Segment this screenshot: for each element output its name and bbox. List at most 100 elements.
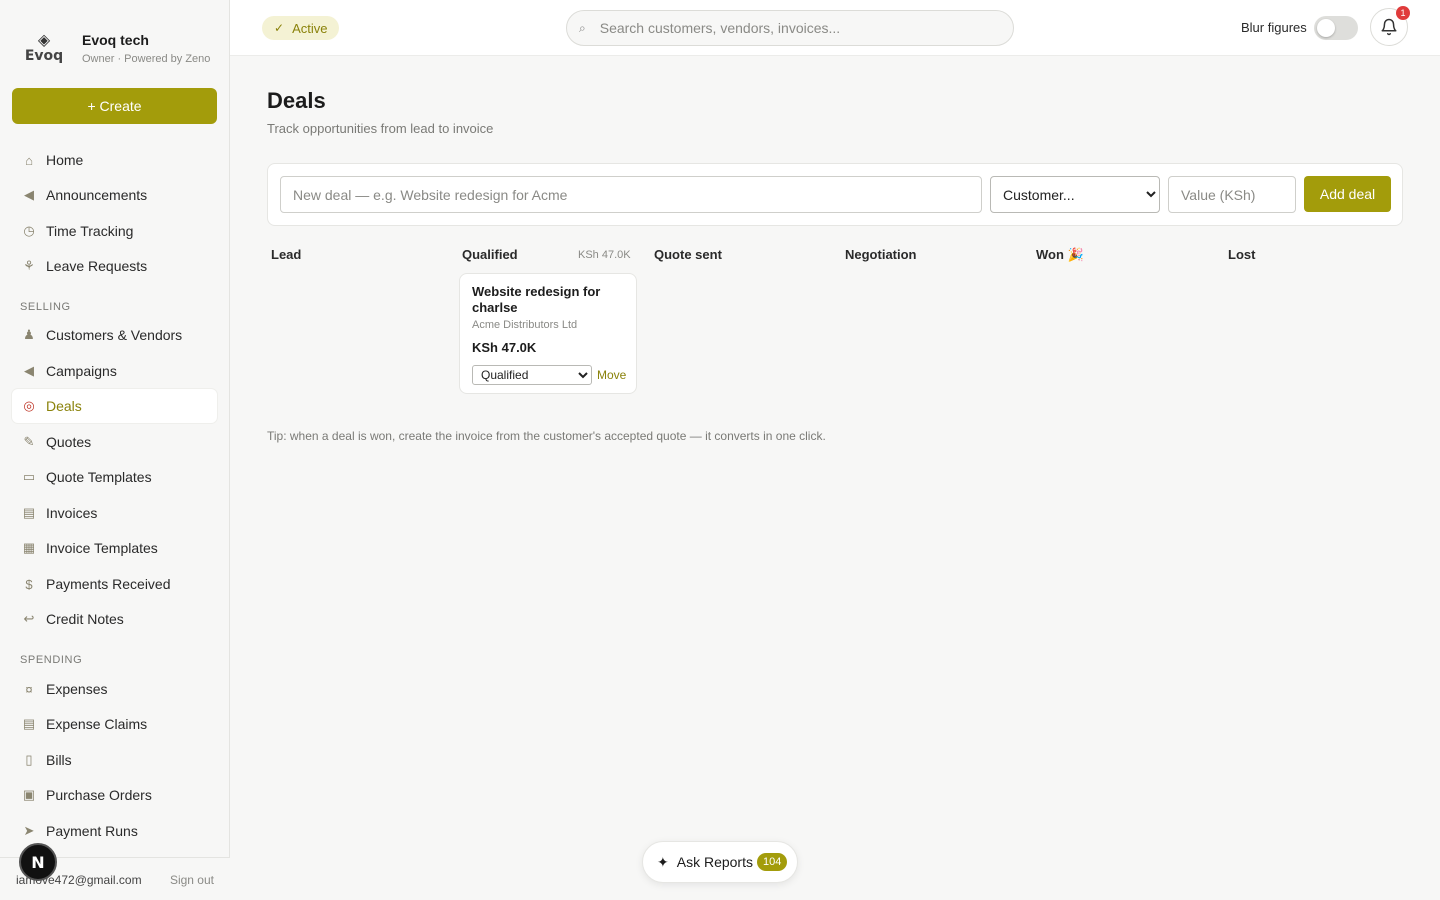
brand-logo-text: Evoq bbox=[24, 48, 64, 64]
deal-value: KSh 47.0K bbox=[472, 340, 537, 355]
sidebar-item-label: Purchase Orders bbox=[46, 787, 152, 803]
sidebar-item-invoice-templates[interactable]: ▦ Invoice Templates bbox=[12, 531, 217, 565]
sparkle-icon: ✦ bbox=[657, 853, 669, 870]
sidebar-item-label: Invoices bbox=[46, 505, 98, 521]
sidebar-item-label: Payment Runs bbox=[46, 823, 138, 839]
sign-out-link[interactable]: Sign out bbox=[170, 873, 214, 887]
column-header-negotiation: Negotiation bbox=[845, 247, 917, 262]
brand[interactable]: ◈ Evoq Evoq tech Owner · Powered by Zeno bbox=[22, 28, 211, 68]
sidebar-item-label: Leave Requests bbox=[46, 258, 148, 274]
sidebar-item-quotes[interactable]: ✎ Quotes bbox=[12, 425, 217, 459]
sidebar-item-label: Time Tracking bbox=[46, 223, 134, 239]
add-deal-button[interactable]: Add deal bbox=[1304, 176, 1391, 212]
brand-subtitle: Owner · Powered by Zeno bbox=[82, 52, 211, 65]
sidebar-item-label: Announcements bbox=[46, 187, 148, 203]
section-label-spending: SPENDING bbox=[20, 654, 83, 666]
sidebar-item-bills[interactable]: ▯ Bills bbox=[12, 743, 217, 777]
logo-mark-icon: ◈ bbox=[37, 32, 51, 49]
ask-reports-button[interactable]: ✦ Ask Reports 104 bbox=[642, 841, 798, 883]
column-total-qualified: KSh 47.0K bbox=[578, 249, 631, 261]
sidebar-item-leave-requests[interactable]: ⚘ Leave Requests bbox=[12, 249, 217, 283]
deal-stage-select[interactable]: Qualified bbox=[472, 365, 592, 385]
sidebar-item-invoices[interactable]: ▤ Invoices bbox=[12, 496, 217, 530]
sidebar-item-label: Credit Notes bbox=[46, 611, 124, 627]
new-deal-form: Customer... Add deal bbox=[267, 163, 1403, 226]
sidebar-item-announcements[interactable]: ◀ Announcements bbox=[12, 178, 217, 212]
notifications-button[interactable]: 1 bbox=[1370, 6, 1410, 46]
sidebar-item-purchase-orders[interactable]: ▣ Purchase Orders bbox=[12, 778, 217, 812]
sidebar-item-deals[interactable]: ◎ Deals bbox=[12, 389, 217, 423]
deal-customer: Acme Distributors Ltd bbox=[472, 319, 578, 331]
search-icon: ⌕ bbox=[579, 20, 586, 35]
sidebar-item-label: Payments Received bbox=[46, 576, 171, 592]
deal-value-input[interactable] bbox=[1168, 176, 1296, 213]
sidebar-item-label: Quote Templates bbox=[46, 469, 152, 485]
sidebar-item-customers-vendors[interactable]: ♟ Customers & Vendors bbox=[12, 318, 217, 352]
sidebar-item-credit-notes[interactable]: ↩ Credit Notes bbox=[12, 602, 217, 636]
sidebar-item-label: Expenses bbox=[46, 681, 108, 697]
sidebar-item-label: Bills bbox=[46, 752, 72, 768]
deal-card[interactable]: Website redesign for charlse Acme Distri… bbox=[459, 273, 637, 394]
section-label-selling: SELLING bbox=[20, 301, 71, 313]
ask-reports-badge: 104 bbox=[756, 853, 788, 871]
megaphone-icon: ◀ bbox=[24, 363, 34, 378]
sidebar-item-label: Campaigns bbox=[46, 363, 117, 379]
notification-count-badge: 1 bbox=[1396, 6, 1410, 20]
brand-name: Evoq tech bbox=[82, 31, 149, 48]
customer-select[interactable]: Customer... bbox=[990, 176, 1160, 213]
brand-logo: ◈ Evoq bbox=[22, 28, 66, 68]
sidebar-item-label: Invoice Templates bbox=[46, 540, 158, 556]
stopwatch-icon: ◷ bbox=[23, 223, 35, 238]
column-header-lost: Lost bbox=[1228, 247, 1256, 262]
column-header-won: Won 🎉 bbox=[1036, 247, 1084, 262]
move-deal-button[interactable]: Move bbox=[597, 368, 626, 382]
palm-tree-icon: ⚘ bbox=[23, 258, 35, 273]
status-badge: ✓ Active bbox=[262, 16, 340, 40]
sidebar-item-time-tracking[interactable]: ◷ Time Tracking bbox=[12, 214, 217, 248]
column-header-quote-sent: Quote sent bbox=[654, 247, 722, 262]
sidebar-item-quote-templates[interactable]: ▭ Quote Templates bbox=[12, 460, 217, 494]
tip-text: Tip: when a deal is won, create the invo… bbox=[267, 429, 826, 443]
home-icon: ⌂ bbox=[25, 152, 33, 168]
sidebar: ◈ Evoq Evoq tech Owner · Powered by Zeno… bbox=[0, 0, 230, 900]
page-subtitle: Track opportunities from lead to invoice bbox=[267, 121, 494, 136]
sidebar-item-payments-received[interactable]: $ Payments Received bbox=[12, 567, 217, 601]
sidebar-item-label: Quotes bbox=[46, 434, 92, 450]
runner-icon: ➤ bbox=[23, 823, 35, 838]
calendar-icon: ▦ bbox=[22, 540, 36, 555]
bell-icon bbox=[1381, 18, 1397, 36]
check-icon: ✓ bbox=[274, 21, 285, 35]
topbar: ✓ Active ⌕ Blur figures 1 bbox=[230, 0, 1440, 56]
sidebar-item-campaigns[interactable]: ◀ Campaigns bbox=[12, 354, 217, 388]
receipt-icon: ▤ bbox=[22, 716, 36, 731]
deal-title: Website redesign for charlse bbox=[472, 284, 601, 315]
global-search[interactable]: ⌕ bbox=[566, 10, 1014, 46]
status-label: Active bbox=[292, 20, 328, 36]
avatar[interactable]: N bbox=[19, 843, 57, 881]
ask-reports-label: Ask Reports bbox=[676, 854, 753, 870]
sidebar-item-label: Expense Claims bbox=[46, 716, 148, 732]
toggle-knob bbox=[1317, 19, 1335, 37]
document-icon: ▯ bbox=[25, 752, 33, 767]
create-button[interactable]: + Create bbox=[12, 88, 217, 124]
target-icon: ◎ bbox=[23, 398, 35, 413]
package-icon: ▣ bbox=[22, 787, 36, 802]
sidebar-item-home[interactable]: ⌂ Home bbox=[12, 143, 217, 177]
sidebar-item-expense-claims[interactable]: ▤ Expense Claims bbox=[12, 707, 217, 741]
search-input[interactable] bbox=[599, 20, 980, 36]
page-title: Deals bbox=[267, 88, 326, 113]
megaphone-icon: ◀ bbox=[24, 187, 34, 202]
column-header-lead: Lead bbox=[271, 247, 302, 262]
blur-figures-toggle[interactable] bbox=[1314, 16, 1358, 40]
memo-icon: ✎ bbox=[23, 434, 35, 449]
column-header-qualified: Qualified bbox=[462, 247, 518, 262]
sidebar-item-label: Home bbox=[46, 152, 84, 168]
sidebar-item-expenses[interactable]: ¤ Expenses bbox=[12, 672, 217, 706]
page-icon: ▭ bbox=[22, 469, 36, 484]
blur-figures-label: Blur figures bbox=[1241, 20, 1307, 35]
sidebar-item-label: Deals bbox=[46, 398, 82, 414]
people-icon: ♟ bbox=[23, 327, 35, 342]
return-icon: ↩ bbox=[23, 611, 35, 626]
deal-title-input[interactable] bbox=[280, 176, 982, 213]
money-bag-icon: $ bbox=[25, 576, 33, 592]
